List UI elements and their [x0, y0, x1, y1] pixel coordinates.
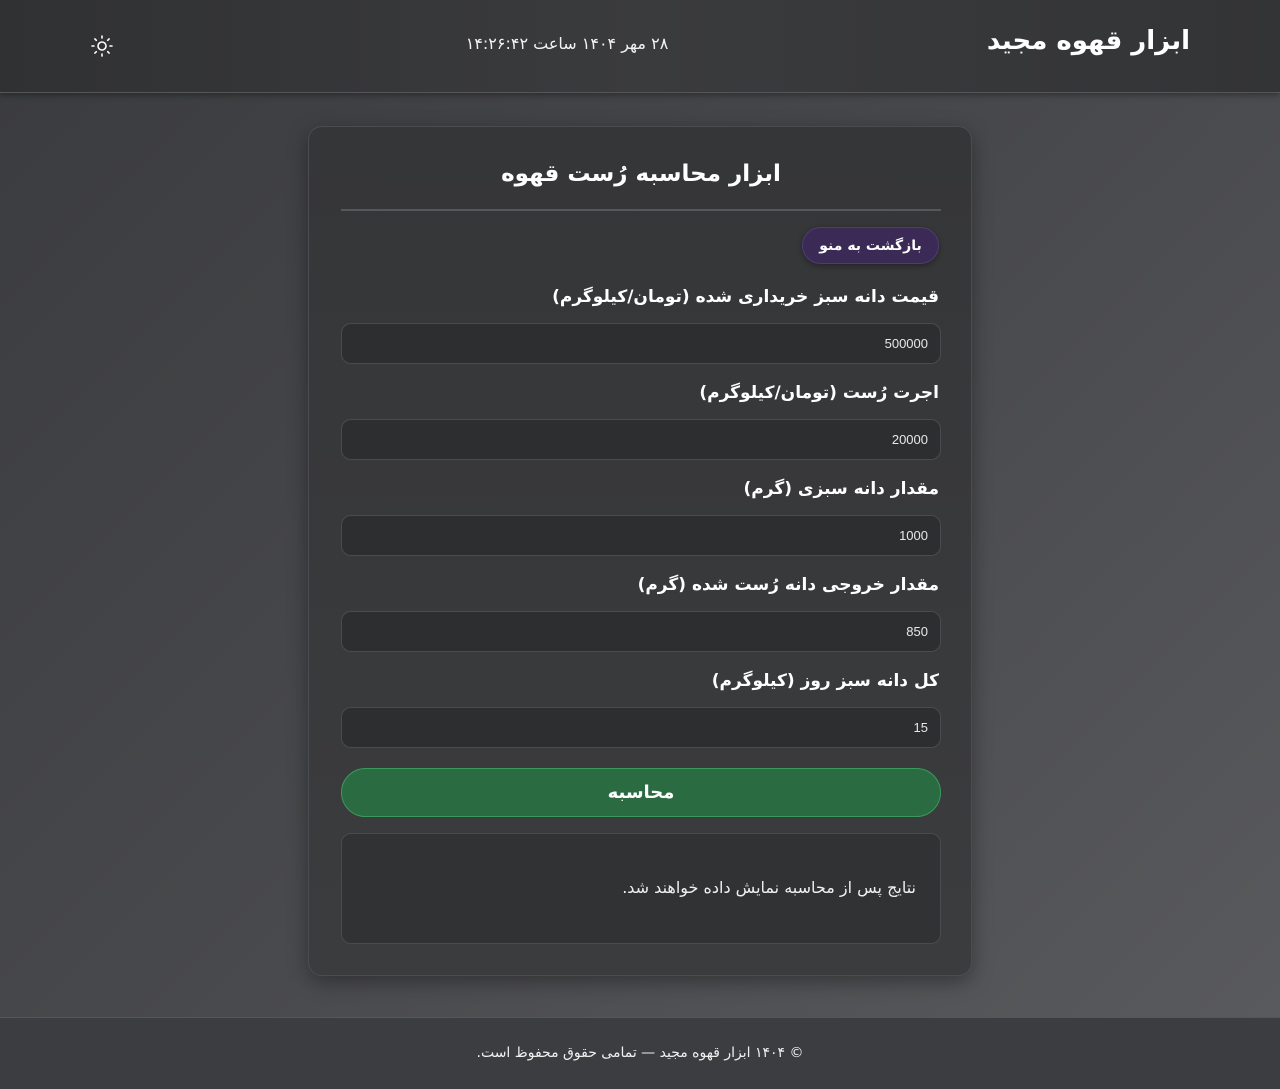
- green-bean-amount-label: مقدار دانه سبزی (گرم): [743, 479, 939, 499]
- daily-green-total-input[interactable]: 15: [341, 707, 941, 748]
- results-placeholder: نتایج پس از محاسبه نمایش داده خواهند شد.: [622, 878, 916, 897]
- copyright-text: © ۱۴۰۴ ابزار قهوه مجید — تمامی حقوق محفو…: [476, 1045, 804, 1061]
- roast-fee-input[interactable]: 20000: [341, 419, 941, 460]
- theme-toggle-button[interactable]: [90, 34, 114, 58]
- green-bean-amount-input[interactable]: 1000: [341, 515, 941, 556]
- daily-green-total-label: کل دانه سبز روز (کیلوگرم): [711, 671, 939, 691]
- back-to-menu-button[interactable]: بازگشت به منو: [802, 227, 939, 264]
- roasted-output-input[interactable]: 850: [341, 611, 941, 652]
- results-panel: نتایج پس از محاسبه نمایش داده خواهند شد.: [341, 833, 941, 944]
- roast-calculator-card: ابزار محاسبه رُست قهوه بازگشت به منو قیم…: [308, 126, 972, 976]
- datetime-display: ۲۸ مهر ۱۴۰۴ ساعت ۱۴:۲۶:۴۲: [465, 34, 669, 53]
- roast-fee-label: اجرت رُست (تومان/کیلوگرم): [699, 383, 939, 403]
- sun-icon: [91, 35, 113, 57]
- green-bean-price-label: قیمت دانه سبز خریداری شده (تومان/کیلوگرم…: [552, 287, 939, 307]
- app-header: ابزار قهوه مجید ۲۸ مهر ۱۴۰۴ ساعت ۱۴:۲۶:۴…: [0, 0, 1280, 93]
- green-bean-price-input[interactable]: 500000: [341, 323, 941, 364]
- app-footer: © ۱۴۰۴ ابزار قهوه مجید — تمامی حقوق محفو…: [0, 1017, 1280, 1089]
- calculate-button[interactable]: محاسبه: [341, 768, 941, 817]
- roasted-output-label: مقدار خروجی دانه رُست شده (گرم): [637, 575, 939, 595]
- card-title: ابزار محاسبه رُست قهوه: [501, 161, 781, 187]
- title-divider: [341, 209, 941, 211]
